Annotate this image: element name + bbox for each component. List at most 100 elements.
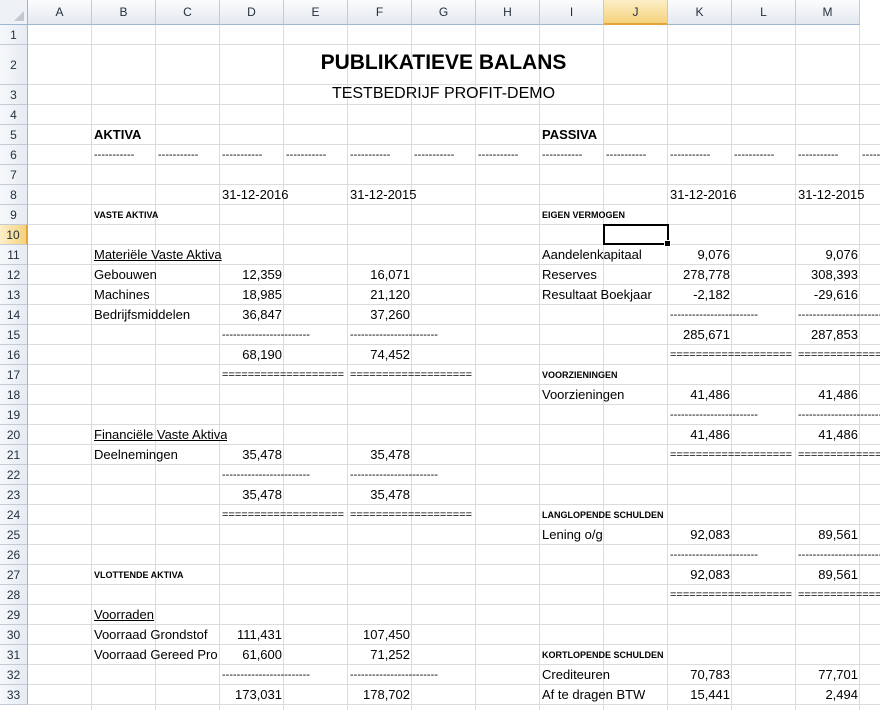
column-header-j[interactable]: J [604, 0, 668, 25]
column-header-e[interactable]: E [284, 0, 348, 25]
row-header-7[interactable]: 7 [0, 165, 28, 185]
separator: ----------- [734, 149, 775, 161]
passiva-date-current: 31-12-2016 [670, 187, 737, 202]
row-header-22[interactable]: 22 [0, 465, 28, 485]
column-header-m[interactable]: M [796, 0, 860, 25]
row-header-1[interactable]: 1 [0, 25, 28, 45]
resultaat-boekjaar-label: Resultaat Boekjaar [542, 287, 652, 302]
row-header-16[interactable]: 16 [0, 345, 28, 365]
row-header-21[interactable]: 21 [0, 445, 28, 465]
gridline-vertical [859, 25, 860, 710]
row-header-3[interactable]: 3 [0, 85, 28, 105]
separator: =================== [798, 449, 880, 461]
aandelenkapitaal-prev: 9,076 [825, 247, 858, 262]
passiva-date-previous: 31-12-2015 [798, 187, 865, 202]
separator: ------------------------ [798, 309, 880, 321]
row-header-2[interactable]: 2 [0, 45, 28, 85]
row-header-9[interactable]: 9 [0, 205, 28, 225]
separator: ------------------------ [798, 409, 880, 421]
financiele-total-prev: 35,478 [370, 487, 410, 502]
passiva-heading: PASSIVA [542, 127, 598, 142]
row-header-14[interactable]: 14 [0, 305, 28, 325]
separator: ----------- [862, 149, 880, 161]
aktiva-heading: AKTIVA [94, 127, 142, 142]
column-header-h[interactable]: H [476, 0, 540, 25]
row-header-8[interactable]: 8 [0, 185, 28, 205]
row-header-18[interactable]: 18 [0, 385, 28, 405]
separator: ------------------------ [350, 329, 438, 341]
row-header-10[interactable]: 10 [0, 225, 28, 245]
column-header-f[interactable]: F [348, 0, 412, 25]
row-header-26[interactable]: 26 [0, 545, 28, 565]
row-header-31[interactable]: 31 [0, 645, 28, 665]
row-header-25[interactable]: 25 [0, 525, 28, 545]
separator: ------------------------ [798, 549, 880, 561]
column-header-g[interactable]: G [412, 0, 476, 25]
column-header-b[interactable]: B [92, 0, 156, 25]
gridline-vertical [155, 25, 156, 710]
langlopende-schulden-heading: LANGLOPENDE SCHULDEN [542, 510, 664, 520]
sheet-title: PUBLIKATIEVE BALANS [320, 51, 567, 74]
gridline-vertical [795, 25, 796, 710]
deelnemingen-label: Deelnemingen [94, 447, 178, 462]
row-header-17[interactable]: 17 [0, 365, 28, 385]
active-cell-selection[interactable] [603, 224, 671, 247]
financiele-total-cur: 35,478 [242, 487, 282, 502]
separator: ------------------------ [222, 329, 310, 341]
row-header-29[interactable]: 29 [0, 605, 28, 625]
materiele-total-cur: 68,190 [242, 347, 282, 362]
column-header-c[interactable]: C [156, 0, 220, 25]
aktiva-date-previous: 31-12-2015 [350, 187, 417, 202]
sheet-subtitle: TESTBEDRIJF PROFIT-DEMO [331, 85, 556, 102]
separator: ----------- [286, 149, 327, 161]
row-header-32[interactable]: 32 [0, 665, 28, 685]
column-header-d[interactable]: D [220, 0, 284, 25]
row-header-28[interactable]: 28 [0, 585, 28, 605]
column-header-k[interactable]: K [668, 0, 732, 25]
gebouwen-cur: 12,359 [242, 267, 282, 282]
row-header-33[interactable]: 33 [0, 685, 28, 705]
btw-prev: 2,494 [825, 687, 858, 702]
vlottende-aktiva-heading: VLOTTENDE AKTIVA [94, 570, 184, 580]
bedrijfsmiddelen-prev: 37,260 [370, 307, 410, 322]
gridline-horizontal [28, 184, 880, 185]
separator: ----------- [542, 149, 583, 161]
column-header-a[interactable]: A [28, 0, 92, 25]
voorzieningen-total-prev: 41,486 [818, 427, 858, 442]
row-header-30[interactable]: 30 [0, 625, 28, 645]
gridline-horizontal [28, 684, 880, 685]
gridline-vertical [91, 25, 92, 710]
row-header-20[interactable]: 20 [0, 425, 28, 445]
row-header-12[interactable]: 12 [0, 265, 28, 285]
select-all-corner[interactable] [0, 0, 28, 25]
row-header-6[interactable]: 6 [0, 145, 28, 165]
resultaat-prev: -29,616 [813, 287, 858, 302]
row-header-11[interactable]: 11 [0, 245, 28, 265]
aktiva-date-current: 31-12-2016 [222, 187, 289, 202]
voorraden-title: Voorraden [94, 607, 154, 622]
row-header-15[interactable]: 15 [0, 325, 28, 345]
separator: =================== [222, 369, 345, 381]
voorzieningen-cur: 41,486 [690, 387, 730, 402]
langlopende-total-cur: 92,083 [690, 567, 730, 582]
row-header-4[interactable]: 4 [0, 105, 28, 125]
machines-label: Machines [94, 287, 150, 302]
row-header-19[interactable]: 19 [0, 405, 28, 425]
column-header-l[interactable]: L [732, 0, 796, 25]
row-header-23[interactable]: 23 [0, 485, 28, 505]
row-header-5[interactable]: 5 [0, 125, 28, 145]
row-header-24[interactable]: 24 [0, 505, 28, 525]
voorraad-grondstof-cur: 111,431 [236, 627, 282, 642]
bedrijfsmiddelen-label: Bedrijfsmiddelen [94, 307, 191, 322]
deelnemingen-prev: 35,478 [370, 447, 410, 462]
separator: =================== [798, 589, 880, 601]
separator: =================== [222, 509, 345, 521]
row-header-13[interactable]: 13 [0, 285, 28, 305]
column-header-i[interactable]: I [540, 0, 604, 25]
vaste-aktiva-heading: VASTE AKTIVA [94, 210, 159, 220]
deelnemingen-cur: 35,478 [242, 447, 282, 462]
voorzieningen-prev: 41,486 [818, 387, 858, 402]
row-header-27[interactable]: 27 [0, 565, 28, 585]
crediteuren-cur: 70,783 [690, 667, 730, 682]
spreadsheet-grid[interactable]: ABCDEFGHIJKLM 1 2 3 4 5 6 7 8 9 10 11 12 13 14 15 16 17 1… [0, 0, 880, 710]
